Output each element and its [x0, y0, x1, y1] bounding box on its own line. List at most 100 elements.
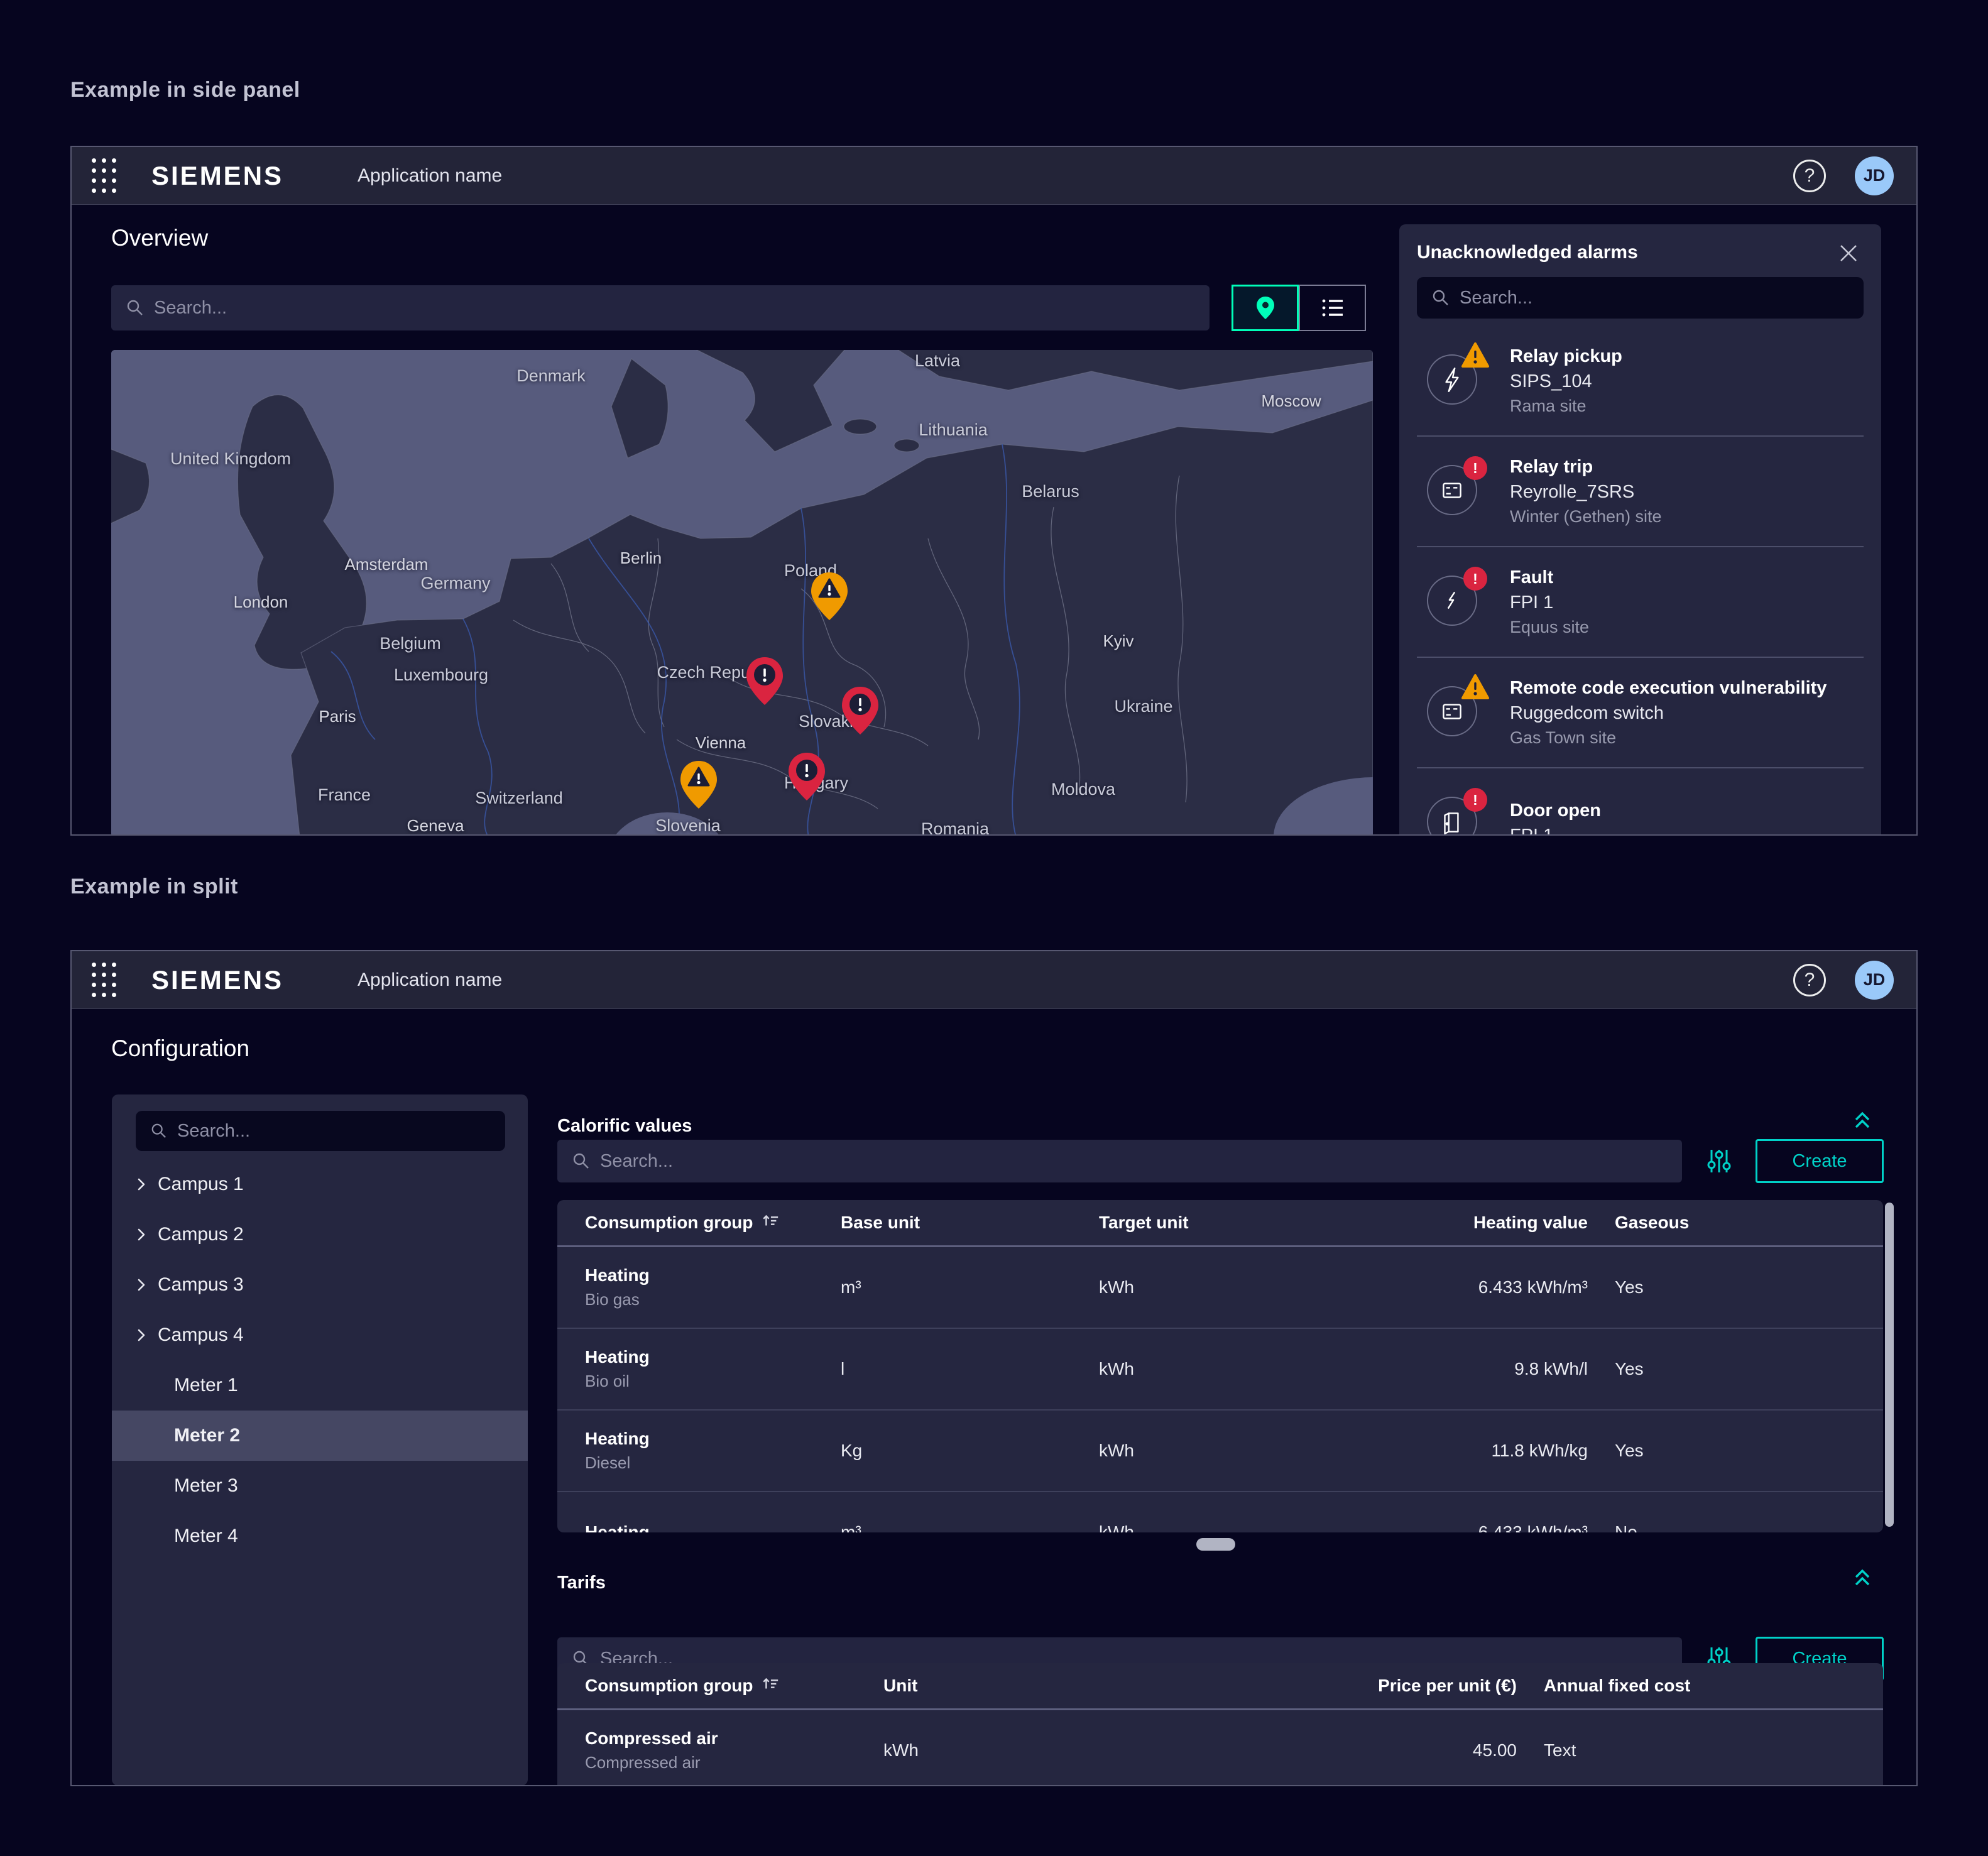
siemens-logo: SIEMENS: [151, 965, 283, 995]
column-header-target-unit[interactable]: Target unit: [1099, 1213, 1350, 1233]
search-input[interactable]: [154, 298, 1210, 319]
tree-item-meter-2[interactable]: Meter 2: [112, 1411, 528, 1461]
alarm-site: Rama site: [1510, 396, 1622, 416]
tree-item-meter-4[interactable]: Meter 4: [112, 1511, 528, 1561]
cell-gaseous: Yes: [1588, 1441, 1855, 1461]
alarms-panel: Unacknowledged alarms Relay pickupSIPS_1…: [1399, 224, 1881, 836]
alarm-item[interactable]: !Relay tripReyrolle_7SRSWinter (Gethen) …: [1417, 437, 1864, 547]
tree-item-campus-2[interactable]: Campus 2: [112, 1209, 528, 1260]
chevron-right-icon[interactable]: [133, 1176, 150, 1198]
map-label-london: London: [234, 592, 288, 612]
error-badge: !: [1463, 788, 1487, 812]
cell-target-unit: kWh: [1099, 1359, 1350, 1379]
cell-gaseous: No: [1588, 1522, 1855, 1532]
warning-badge: [1461, 342, 1490, 368]
tree-item-label: Campus 1: [158, 1174, 244, 1195]
error-map-pin[interactable]: [841, 685, 880, 736]
table-row[interactable]: HeatingDieselKgkWh11.8 kWh/kgYes: [557, 1411, 1883, 1492]
map-label-romania: Romania: [921, 819, 989, 836]
alarm-item[interactable]: !FaultFPI 1Equus site: [1417, 547, 1864, 658]
warning-map-pin[interactable]: [679, 760, 718, 810]
app-switch-icon[interactable]: [92, 158, 116, 193]
cell-heating-value: 6.433 kWh/m³: [1350, 1522, 1588, 1532]
alarm-texts: FaultFPI 1Equus site: [1510, 567, 1589, 637]
cell-consumption-group: HeatingBio gas: [585, 1265, 841, 1309]
map-label-lithuania: Lithuania: [919, 420, 988, 440]
table-row[interactable]: HeatingBio oillkWh9.8 kWh/lYes: [557, 1329, 1883, 1411]
calorific-search: [557, 1140, 1682, 1182]
horizontal-scrollbar[interactable]: [1196, 1538, 1235, 1551]
map-label-amsterdam: Amsterdam: [345, 555, 429, 574]
tree-item-label: Meter 2: [174, 1425, 240, 1446]
europe-map[interactable]: LatviaDenmarkMoscowLithuaniaUnited Kingd…: [111, 350, 1373, 836]
application-name: Application name: [358, 165, 502, 187]
tree-item-campus-4[interactable]: Campus 4: [112, 1310, 528, 1360]
filter-icon[interactable]: [1704, 1146, 1734, 1176]
column-header-consumption-group[interactable]: Consumption group: [585, 1674, 883, 1698]
map-canvas: [111, 350, 1373, 836]
error-map-pin[interactable]: [787, 751, 826, 802]
column-header-heating-value[interactable]: Heating value: [1350, 1213, 1588, 1233]
vertical-scrollbar[interactable]: [1885, 1203, 1894, 1527]
create-button[interactable]: Create: [1756, 1139, 1884, 1183]
help-icon[interactable]: ?: [1793, 160, 1826, 192]
alarm-item[interactable]: Relay pickupSIPS_104Rama site: [1417, 326, 1864, 437]
help-icon[interactable]: ?: [1793, 964, 1826, 996]
cell-target-unit: kWh: [1099, 1441, 1350, 1461]
alarm-title: Remote code execution vulnerability: [1510, 678, 1827, 699]
tree-item-label: Meter 3: [174, 1475, 238, 1497]
map-label-latvia: Latvia: [915, 351, 960, 371]
collapse-section-icon[interactable]: [1849, 1563, 1876, 1591]
table-row[interactable]: Compressed airCompressed airkWh45.00Text: [557, 1710, 1883, 1786]
column-header-unit[interactable]: Unit: [883, 1676, 1198, 1696]
column-header-price-per-unit[interactable]: Price per unit (€): [1198, 1676, 1517, 1696]
cell-group-subtitle: Bio gas: [585, 1290, 841, 1309]
chevron-right-icon[interactable]: [133, 1226, 150, 1248]
column-header-label: Target unit: [1099, 1213, 1189, 1232]
table-row[interactable]: HeatingBio gasm³kWh6.433 kWh/m³Yes: [557, 1247, 1883, 1329]
map-label-denmark: Denmark: [516, 366, 586, 386]
collapse-section-icon[interactable]: [1849, 1106, 1876, 1133]
search-input[interactable]: [1460, 288, 1864, 308]
sort-ascending-icon: [761, 1674, 780, 1698]
tree-item-campus-1[interactable]: Campus 1: [112, 1159, 528, 1209]
warning-map-pin[interactable]: [810, 571, 849, 621]
alarm-item[interactable]: Remote code execution vulnerability Rugge…: [1417, 658, 1864, 768]
cell-group-title: Compressed air: [585, 1728, 883, 1749]
close-icon[interactable]: [1835, 239, 1862, 267]
tree-search: [136, 1111, 505, 1151]
tree-item-label: Campus 3: [158, 1274, 244, 1296]
tree-item-meter-3[interactable]: Meter 3: [112, 1461, 528, 1511]
alarm-item[interactable]: ! Door openFPI 1: [1417, 768, 1864, 836]
column-header-consumption-group[interactable]: Consumption group: [585, 1211, 841, 1235]
table-row[interactable]: Heatingm³kWh6.433 kWh/m³No: [557, 1492, 1883, 1532]
chevron-right-icon[interactable]: [133, 1277, 150, 1298]
window-overview: SIEMENS Application name ? JD Overview: [70, 146, 1918, 836]
tree-item-campus-3[interactable]: Campus 3: [112, 1260, 528, 1310]
alarm-device: SIPS_104: [1510, 371, 1622, 392]
cell-target-unit: kWh: [1099, 1277, 1350, 1297]
column-header-gaseous[interactable]: Gaseous: [1588, 1213, 1855, 1233]
app-switch-icon[interactable]: [92, 963, 116, 997]
page-title: Overview: [111, 225, 208, 251]
avatar[interactable]: JD: [1855, 961, 1894, 1000]
alarm-texts: Relay pickupSIPS_104Rama site: [1510, 346, 1622, 416]
alarm-device: Ruggedcom switch: [1510, 703, 1827, 724]
alarm-site: Winter (Gethen) site: [1510, 507, 1662, 527]
navigation-tree-panel: Campus 1 Campus 2 Campus 3 Campus 4Meter 1 M…: [112, 1094, 528, 1786]
tarifs-section-title: Tarifs: [557, 1573, 606, 1593]
alarm-texts: Door openFPI 1: [1510, 800, 1601, 836]
search-input[interactable]: [600, 1151, 1682, 1172]
list-view-button[interactable]: [1299, 285, 1366, 331]
column-header-label: Gaseous: [1615, 1213, 1689, 1232]
map-label-switzerland: Switzerland: [475, 789, 563, 808]
tree-item-meter-1[interactable]: Meter 1: [112, 1360, 528, 1411]
column-header-annual-fixed-cost[interactable]: Annual fixed cost: [1517, 1676, 1855, 1696]
avatar[interactable]: JD: [1855, 156, 1894, 195]
column-header-base-unit[interactable]: Base unit: [841, 1213, 1099, 1233]
search-input[interactable]: [177, 1121, 505, 1142]
map-view-button[interactable]: [1232, 285, 1299, 331]
chevron-right-icon[interactable]: [133, 1327, 150, 1348]
section-label-side-panel: Example in side panel: [70, 78, 300, 102]
error-map-pin[interactable]: [745, 656, 784, 706]
